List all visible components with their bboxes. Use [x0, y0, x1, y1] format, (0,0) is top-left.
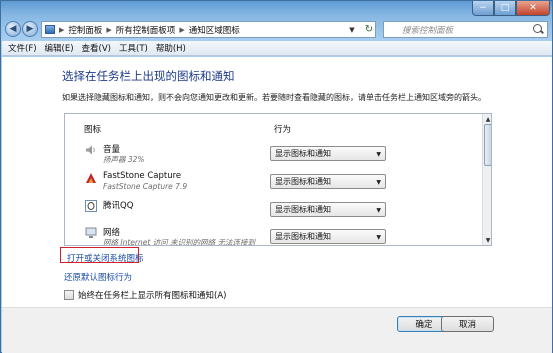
behavior-value: 显示图标和通知 [275, 177, 331, 186]
scroll-thumb[interactable] [484, 124, 491, 166]
breadcrumb-control-panel[interactable]: 控制面板 [68, 24, 102, 36]
item-name: FastStone Capture [103, 171, 182, 181]
breadcrumb-notification-icons[interactable]: 通知区域图标 [189, 24, 240, 36]
page-title: 选择在任务栏上出现的图标和通知 [62, 69, 235, 83]
behavior-dropdown[interactable]: 显示图标和通知 ▼ [270, 174, 386, 189]
list-item: FastStone Capture FastStone Capture 7.9 … [65, 170, 481, 198]
qq-icon [85, 200, 97, 212]
chevron-down-icon[interactable]: ▼ [345, 22, 359, 37]
list-item: 音量 扬声器 32% 显示图标和通知 ▼ [65, 142, 481, 170]
maximize-button[interactable]: □ [494, 1, 516, 16]
back-button[interactable]: ◀ [5, 21, 21, 37]
chevron-down-icon: ▼ [376, 151, 381, 158]
behavior-value: 显示图标和通知 [275, 205, 331, 214]
item-detail: FastStone Capture 7.9 [103, 182, 188, 191]
speaker-icon [86, 145, 95, 155]
forward-button[interactable]: ▶ [22, 21, 38, 37]
chevron-down-icon: ▼ [376, 234, 381, 241]
always-show-checkbox[interactable] [64, 290, 74, 300]
chevron-down-icon: ▼ [376, 207, 381, 214]
control-panel-window: − □ ✕ ◀ ▶ ▶ 控制面板 ▶ 所有控制面板项 ▶ 通知区域图标 ▼ ↻ … [0, 0, 553, 353]
behavior-value: 显示图标和通知 [275, 149, 331, 158]
always-show-label[interactable]: 始终在任务栏上显示所有图标和通知(A) [78, 289, 226, 301]
scroll-down-icon[interactable]: ▼ [483, 235, 491, 245]
control-panel-icon [45, 25, 55, 34]
item-detail: 网络 Internet 访问 未识别的网络 无法连接到 [103, 238, 255, 246]
list-item: 腾讯QQ 显示图标和通知 ▼ [65, 198, 481, 226]
menu-bar: 文件(F) 编辑(E) 查看(V) 工具(T) 帮助(H) [2, 41, 552, 56]
minimize-button[interactable]: − [472, 1, 494, 16]
close-button[interactable]: ✕ [516, 1, 550, 16]
toggle-system-icons-link[interactable]: 打开或关闭系统图标 [67, 252, 144, 264]
notification-icon-list: 图标 行为 音量 扬声器 32% 显示图标和通知 ▼ FastStone Cap… [64, 113, 492, 246]
search-input[interactable]: 搜索控制面板 [383, 21, 548, 38]
behavior-dropdown[interactable]: 显示图标和通知 ▼ [270, 229, 386, 244]
menu-file[interactable]: 文件(F) [8, 42, 37, 54]
item-detail: 扬声器 32% [103, 155, 145, 164]
vertical-scrollbar[interactable]: ▲ ▼ [482, 114, 491, 245]
address-bar[interactable]: ▶ 控制面板 ▶ 所有控制面板项 ▶ 通知区域图标 ▼ [41, 21, 376, 38]
item-name: 腾讯QQ [103, 201, 134, 211]
always-show-option[interactable]: 始终在任务栏上显示所有图标和通知(A) [64, 289, 226, 301]
breadcrumb-separator: ▶ [106, 25, 112, 34]
search-placeholder: 搜索控制面板 [402, 25, 454, 36]
behavior-dropdown[interactable]: 显示图标和通知 ▼ [270, 146, 386, 161]
refresh-icon[interactable]: ↻ [363, 23, 375, 35]
behavior-dropdown[interactable]: 显示图标和通知 ▼ [270, 202, 386, 217]
restore-default-behavior-link[interactable]: 还原默认图标行为 [64, 271, 132, 283]
cancel-button[interactable]: 取消 [441, 316, 494, 332]
menu-help[interactable]: 帮助(H) [156, 42, 186, 54]
menu-view[interactable]: 查看(V) [82, 42, 111, 54]
menu-edit[interactable]: 编辑(E) [45, 42, 74, 54]
content-area: 选择在任务栏上出现的图标和通知 如果选择隐藏图标和通知，则不会向您通知更改和更新… [2, 57, 552, 353]
breadcrumb-separator: ▶ [179, 25, 185, 34]
column-header-behavior: 行为 [274, 125, 292, 135]
behavior-value: 显示图标和通知 [275, 232, 331, 241]
page-description: 如果选择隐藏图标和通知，则不会向您通知更改和更新。若要随时查看隐藏的图标，请单击… [62, 93, 486, 102]
breadcrumb-separator: ▶ [59, 25, 65, 34]
network-icon [85, 227, 97, 238]
menu-tools[interactable]: 工具(T) [119, 42, 148, 54]
search-icon[interactable] [533, 24, 544, 35]
column-header-icon: 图标 [84, 125, 102, 135]
breadcrumb-all-items[interactable]: 所有控制面板项 [116, 24, 176, 36]
faststone-icon [86, 173, 96, 183]
list-item: 网络 网络 Internet 访问 未识别的网络 无法连接到 显示图标和通知 ▼ [65, 225, 481, 246]
scroll-up-icon[interactable]: ▲ [483, 114, 491, 124]
chevron-down-icon: ▼ [376, 179, 381, 186]
